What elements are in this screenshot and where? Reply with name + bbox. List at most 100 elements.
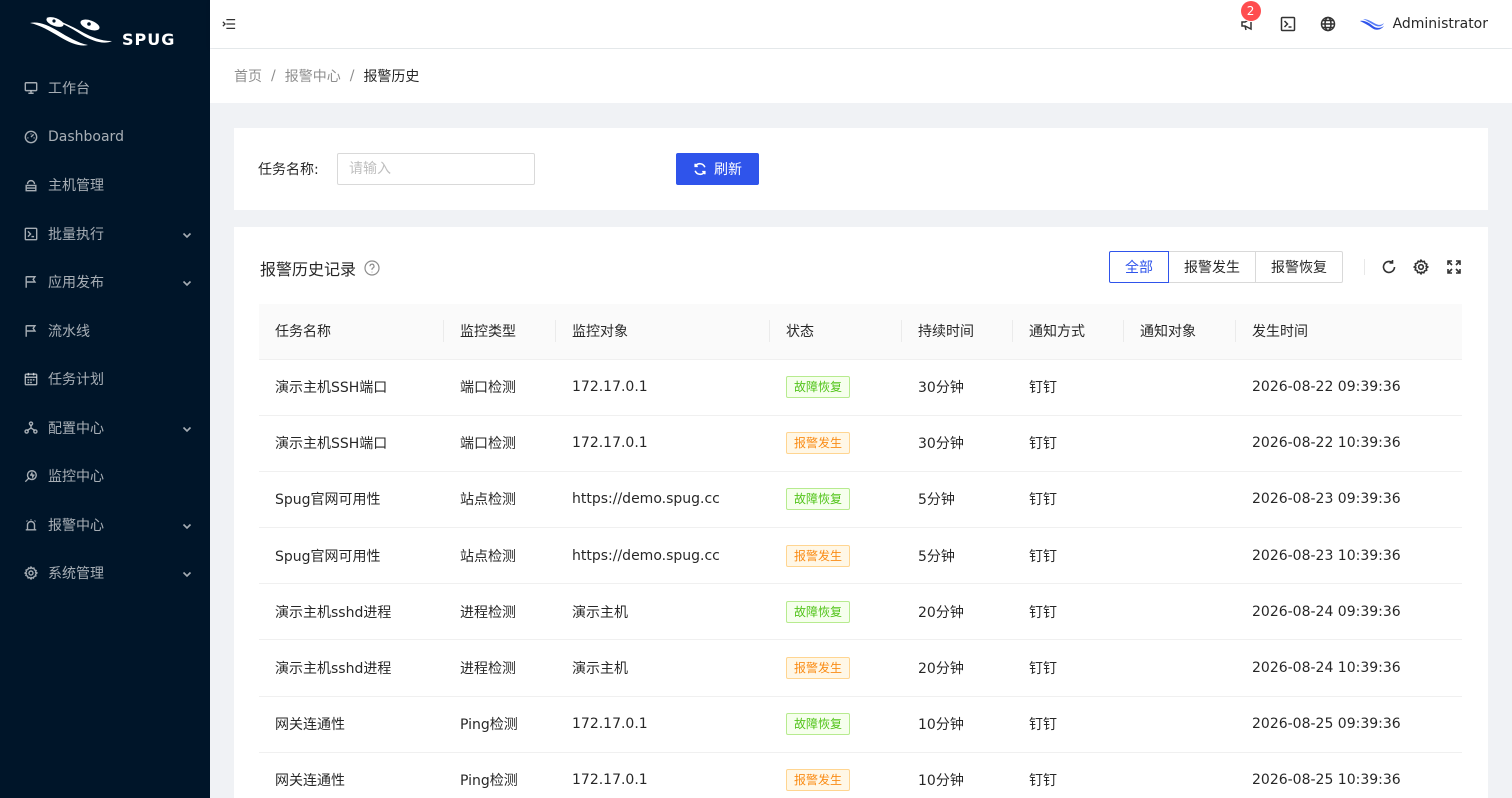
logo-text: SPUG <box>122 29 176 49</box>
cell-name: 网关连通性 <box>259 752 444 798</box>
cell-duration: 30分钟 <box>902 415 1013 472</box>
breadcrumb-current: 报警历史 <box>363 69 420 85</box>
status-tag: 报警发生 <box>786 432 851 455</box>
setting-icon <box>24 566 38 580</box>
breadcrumb-home[interactable]: 首页 <box>234 66 262 86</box>
cell-name: Spug官网可用性 <box>259 471 444 529</box>
sidebar-item-7[interactable]: 配置中心 <box>0 408 210 448</box>
fullscreen-icon[interactable] <box>1445 258 1463 276</box>
sidebar-item-9[interactable]: 报警中心 <box>0 505 210 545</box>
cell-target: 172.17.0.1 <box>556 752 770 798</box>
cell-time: 2026-08-23 10:39:36 <box>1236 527 1462 585</box>
chevron-down-icon <box>182 519 192 529</box>
avatar-icon <box>1359 19 1384 30</box>
sidebar-item-label: 工作台 <box>48 81 90 97</box>
reload-icon[interactable] <box>1380 258 1398 276</box>
sidebar-item-label: Dashboard <box>48 128 124 145</box>
sidebar-item-label: 配置中心 <box>48 420 104 437</box>
cell-duration: 30分钟 <box>902 359 1013 416</box>
sidebar-item-8[interactable]: 监控中心 <box>0 456 210 496</box>
global-icon[interactable] <box>1319 15 1337 33</box>
column-header: 通知对象 <box>1124 304 1236 360</box>
chevron-down-icon <box>182 567 192 578</box>
cell-notify-target <box>1124 639 1236 697</box>
cell-type: 端口检测 <box>444 415 556 472</box>
column-header: 持续时间 <box>902 304 1013 360</box>
sidebar-item-6[interactable]: 任务计划 <box>0 359 210 399</box>
chevron-down-icon <box>182 276 192 287</box>
column-header: 发生时间 <box>1236 304 1462 360</box>
cell-name: 演示主机SSH端口 <box>259 415 444 472</box>
sidebar-item-2[interactable]: 主机管理 <box>0 165 210 205</box>
sidebar-item-10[interactable]: 系统管理 <box>0 553 210 593</box>
monitor-icon <box>24 469 38 483</box>
status-tag: 故障恢复 <box>786 376 851 399</box>
cell-target: 172.17.0.1 <box>556 359 770 416</box>
sidebar-item-5[interactable]: 流水线 <box>0 311 210 351</box>
table-title: 报警历史记录 <box>260 256 380 280</box>
sidebar-item-label: 报警中心 <box>48 517 104 534</box>
table-row: Spug官网可用性 站点检测 https://demo.spug.cc 故障恢复 5分钟… <box>259 471 1462 529</box>
sidebar-item-label: 批量执行 <box>48 226 104 243</box>
table-row: Spug官网可用性 站点检测 https://demo.spug.cc 报警发生 5分钟… <box>259 527 1462 585</box>
menu-fold-icon[interactable] <box>222 16 238 32</box>
dashboard-icon <box>24 130 38 144</box>
cell-time: 2026-08-25 09:39:36 <box>1236 696 1462 753</box>
terminal-icon[interactable] <box>1279 15 1297 33</box>
cell-notify-target <box>1124 471 1236 529</box>
table-row: 演示主机sshd进程 进程检测 演示主机 报警发生 20分钟 钉钉 2026-08-24 1… <box>259 639 1462 697</box>
cell-notify-target <box>1124 415 1236 472</box>
user-menu[interactable]: Administrator <box>1359 16 1488 32</box>
logo[interactable]: SPUG <box>0 0 210 64</box>
notification-icon[interactable]: 2 <box>1239 1 1261 33</box>
cell-type: Ping检测 <box>444 752 556 798</box>
breadcrumb-alarm-center[interactable]: 报警中心 <box>285 66 341 86</box>
breadcrumb-separator: / <box>349 68 355 84</box>
cell-target: https://demo.spug.cc <box>556 527 770 585</box>
cell-duration: 20分钟 <box>902 583 1013 641</box>
filter-button-0[interactable]: 全部 <box>1109 251 1169 283</box>
refresh-button[interactable]: 刷新 <box>676 153 759 185</box>
status-tag: 故障恢复 <box>786 713 851 736</box>
cell-time: 2026-08-23 09:39:36 <box>1236 471 1462 529</box>
sidebar-item-label: 主机管理 <box>48 178 104 194</box>
column-header: 状态 <box>770 304 902 360</box>
cell-notify-mode: 钉钉 <box>1013 752 1124 798</box>
cell-notify-target <box>1124 359 1236 416</box>
refresh-label: 刷新 <box>714 162 742 178</box>
setting-icon[interactable] <box>1412 258 1430 276</box>
cell-notify-mode: 钉钉 <box>1013 359 1124 416</box>
sidebar-item-0[interactable]: 工作台 <box>0 68 210 108</box>
cell-notify-target <box>1124 583 1236 641</box>
cell-notify-mode: 钉钉 <box>1013 415 1124 472</box>
sidebar-item-1[interactable]: Dashboard <box>0 117 210 157</box>
cell-status: 报警发生 <box>770 639 902 697</box>
cell-type: 站点检测 <box>444 527 556 585</box>
cell-notify-mode: 钉钉 <box>1013 696 1124 753</box>
notification-badge: 2 <box>1240 1 1261 21</box>
cell-time: 2026-08-25 10:39:36 <box>1236 752 1462 798</box>
sidebar-item-3[interactable]: 批量执行 <box>0 214 210 254</box>
cell-status: 报警发生 <box>770 527 902 585</box>
cell-duration: 20分钟 <box>902 639 1013 697</box>
filter-button-1[interactable]: 报警发生 <box>1168 251 1256 283</box>
search-card: 任务名称: 刷新 <box>234 128 1488 210</box>
alert-icon <box>24 518 38 532</box>
desktop-icon <box>24 81 38 95</box>
cell-name: 演示主机sshd进程 <box>259 639 444 697</box>
alarm-history-table: 任务名称 监控类型 监控对象 状态 持续时间 通知方式 通知对象 发生时间 演示主机SSH端口… <box>259 304 1462 798</box>
question-circle-icon[interactable] <box>364 260 380 276</box>
cell-duration: 5分钟 <box>902 471 1013 529</box>
sidebar-item-4[interactable]: 应用发布 <box>0 262 210 302</box>
code-icon <box>24 227 38 241</box>
cell-target: 演示主机 <box>556 583 770 641</box>
filter-button-2[interactable]: 报警恢复 <box>1255 251 1343 283</box>
cell-notify-target <box>1124 752 1236 798</box>
task-name-label: 任务名称: <box>258 162 319 178</box>
cloud-server-icon <box>24 178 38 192</box>
breadcrumb: 首页 / 报警中心 / 报警历史 <box>210 49 1512 103</box>
cell-duration: 5分钟 <box>902 527 1013 585</box>
task-name-input[interactable] <box>337 153 535 185</box>
sidebar-item-label: 系统管理 <box>48 566 104 582</box>
status-tag: 报警发生 <box>786 657 851 680</box>
